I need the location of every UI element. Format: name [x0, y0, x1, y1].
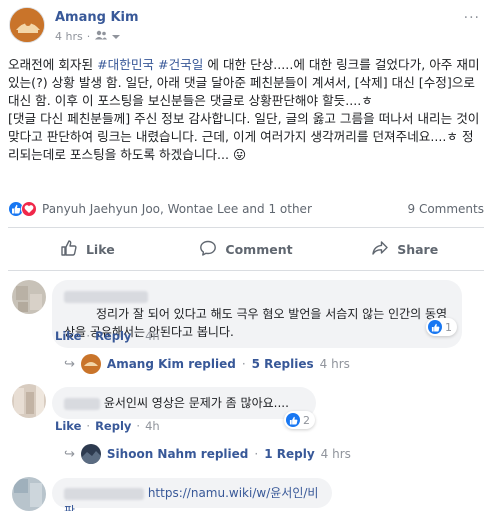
post-text-segment: 오래전에 회자된 [8, 57, 98, 72]
reaction-summary: Panyuh Jaehyun Joo, Wontae Lee and 1 oth… [8, 199, 484, 219]
commenter-avatar[interactable] [12, 477, 46, 511]
reply-arrow-icon: ↪ [64, 446, 75, 462]
reply-time: 4 hrs [319, 357, 350, 371]
commenter-avatar[interactable] [12, 280, 46, 314]
like-reaction-icon [428, 320, 442, 334]
thumbs-up-icon [60, 239, 78, 260]
comment-label: Comment [225, 241, 293, 257]
dot-separator: · [136, 329, 141, 343]
comment-bubble-icon [199, 239, 217, 260]
author-avatar[interactable] [9, 7, 45, 43]
share-button[interactable]: Share [325, 232, 484, 266]
replies-summary[interactable]: ↪ Sihoon Nahm replied · 1 Reply 4 hrs [64, 444, 351, 464]
comment-count[interactable]: 9 Comments [408, 202, 485, 216]
comment-reply-link[interactable]: Reply [95, 329, 131, 343]
more-options-icon[interactable]: ··· [464, 10, 480, 26]
share-arrow-icon [371, 239, 389, 260]
like-reaction-icon [286, 413, 300, 427]
commenter-name-redacted [64, 397, 100, 410]
share-label: Share [397, 241, 439, 257]
reaction-count: 2 [303, 413, 310, 427]
dot-separator: · [86, 30, 91, 43]
comment-reactions[interactable]: 2 [284, 411, 315, 429]
post-paragraph-1: 오래전에 회자된 #대한민국 #건국일 에 대한 단상.....에 대한 링크를… [8, 56, 482, 110]
dot-separator: · [241, 357, 246, 371]
reply-arrow-icon: ↪ [64, 356, 75, 372]
post-meta: 4 hrs · [55, 30, 121, 43]
chevron-down-icon[interactable] [112, 30, 121, 43]
love-reaction-icon [21, 201, 37, 217]
reply-count: 5 Replies [251, 357, 314, 371]
hashtag-link[interactable]: #대한민국 [97, 57, 154, 72]
post-time[interactable]: 4 hrs [55, 30, 83, 43]
reply-time: 4 hrs [320, 447, 351, 461]
divider [8, 227, 484, 228]
facebook-post: Amang Kim 4 hrs · ··· 오래전에 회자된 #대한민국 #건국… [0, 0, 492, 511]
comment-reactions[interactable]: 1 [426, 318, 457, 336]
action-bar: Like Comment Share [8, 232, 484, 266]
divider [8, 270, 484, 271]
replier-name: Amang Kim replied [106, 357, 236, 371]
comment-time[interactable]: 4h [145, 329, 160, 343]
comment-actions: Like · Reply · 4h [55, 419, 160, 433]
post-header: Amang Kim 4 hrs · ··· [0, 0, 492, 54]
hashtag-link[interactable]: #건국일 [158, 57, 203, 72]
replier-avatar [80, 354, 101, 374]
commenter-name-redacted [64, 290, 148, 303]
reaction-icons[interactable] [8, 201, 37, 217]
friends-audience-icon[interactable] [94, 30, 108, 43]
replier-avatar [80, 444, 101, 464]
comment-time[interactable]: 4h [145, 419, 160, 433]
reactor-names[interactable]: Panyuh Jaehyun Joo, Wontae Lee and 1 oth… [42, 202, 312, 216]
dot-separator: · [254, 447, 259, 461]
comment-like-link[interactable]: Like [55, 419, 81, 433]
comment-text: 윤서인씨 영상은 문제가 좀 많아요.... [103, 396, 289, 410]
like-label: Like [85, 241, 115, 257]
dot-separator: · [136, 419, 141, 433]
dot-separator: · [86, 419, 91, 433]
replier-name: Sihoon Nahm replied [106, 447, 249, 461]
comment-button[interactable]: Comment [167, 232, 326, 266]
author-name[interactable]: Amang Kim [55, 10, 139, 25]
reply-count: 1 Reply [264, 447, 315, 461]
comment-reply-link[interactable]: Reply [95, 419, 131, 433]
reaction-count: 1 [445, 320, 452, 334]
like-button[interactable]: Like [8, 232, 167, 266]
post-paragraph-2: [댓글 다신 페친분들께] 주신 정보 감사합니다. 일단, 글의 옳고 그름을… [8, 111, 480, 162]
comment-bubble[interactable]: https://namu.wiki/w/윤서인/비판 [52, 478, 332, 511]
commenter-avatar[interactable] [12, 384, 46, 418]
comment-bubble[interactable]: 윤서인씨 영상은 문제가 좀 많아요.... [52, 387, 316, 419]
replies-summary[interactable]: ↪ Amang Kim replied · 5 Replies 4 hrs [64, 354, 350, 374]
commenter-name-redacted [64, 487, 144, 500]
post-body: 오래전에 회자된 #대한민국 #건국일 에 대한 단상.....에 대한 링크를… [8, 56, 482, 164]
comment-actions: Like · Reply · 4h [55, 329, 160, 343]
comment-like-link[interactable]: Like [55, 329, 81, 343]
dot-separator: · [86, 329, 91, 343]
